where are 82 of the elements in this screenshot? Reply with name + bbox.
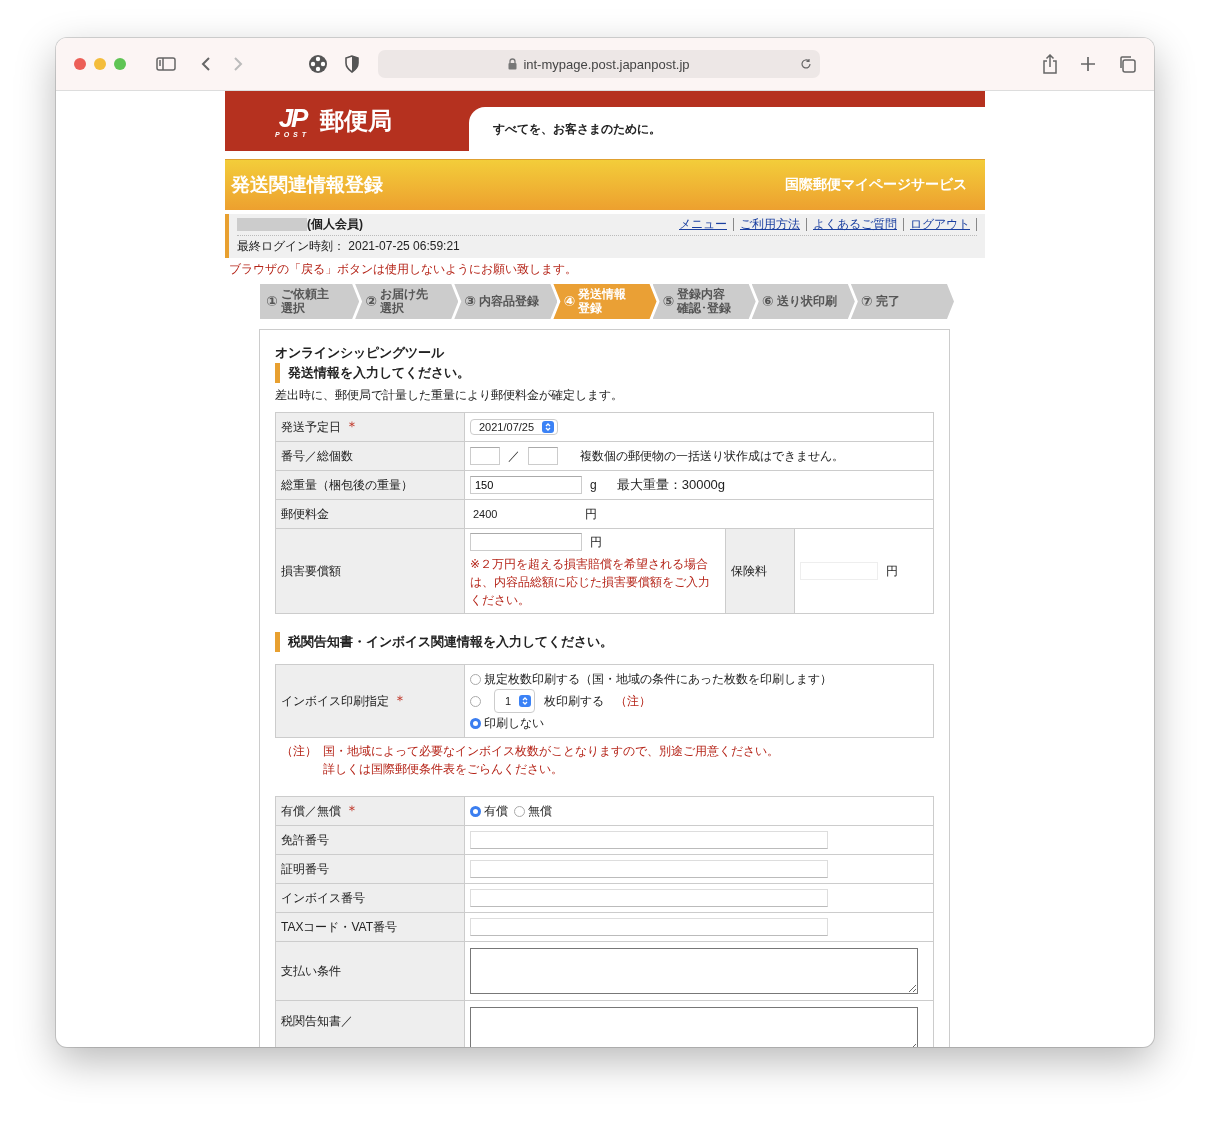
field-label: 証明番号 <box>281 861 329 876</box>
section-heading: 税関告知書・インボイス関連情報を入力してください。 <box>275 632 934 652</box>
progress-step: ③ 内容品登録 <box>454 284 558 319</box>
page-title: 発送関連情報登録 <box>231 173 383 197</box>
input-field[interactable] <box>528 447 558 465</box>
unit-text: 円 <box>590 533 602 551</box>
plus-icon[interactable] <box>1080 56 1096 72</box>
required-mark: ＊ <box>345 802 359 818</box>
postage-value: 2400 <box>472 508 499 520</box>
field-label: 免許番号 <box>281 832 329 847</box>
count-select[interactable]: 1 <box>494 689 536 713</box>
separator-text: ／ <box>508 447 520 465</box>
field-label: 税関告知書／ <box>281 1014 353 1028</box>
field-label: インボイス印刷指定 <box>281 694 389 708</box>
minimize-button[interactable] <box>94 58 106 70</box>
last-login-label: 最終ログイン時刻： <box>237 239 345 253</box>
option-label: 無償 <box>528 803 552 820</box>
text-area[interactable] <box>470 1007 918 1047</box>
reload-icon[interactable] <box>800 58 812 70</box>
field-label: 損害要償額 <box>281 563 341 578</box>
field-label: 郵便料金 <box>281 506 329 521</box>
required-mark: ＊ <box>345 418 359 434</box>
field-label: インボイス番号 <box>281 890 365 905</box>
weight-input[interactable]: 150 <box>470 476 582 494</box>
required-mark: ＊ <box>393 692 407 708</box>
note-text: 国・地域によって必要なインボイス枚数がことなりますので、別途ご用意ください。 詳しくは国際郵便条件表をごらんください。 <box>323 743 779 778</box>
maximize-button[interactable] <box>114 58 126 70</box>
address-bar[interactable]: int-mypage.post.japanpost.jp <box>378 50 820 78</box>
app-title: オンラインシッピングツール <box>275 344 445 362</box>
progress-step: ⑦ 完了 <box>850 284 954 319</box>
extension-icon[interactable] <box>308 54 328 74</box>
field-note: 最大重量：30000g <box>616 476 726 494</box>
option-label: 印刷しない <box>484 715 544 732</box>
field-label: TAXコード・VAT番号 <box>281 919 397 934</box>
progress-step: ⑥ 送り状印刷 <box>751 284 855 319</box>
close-button[interactable] <box>74 58 86 70</box>
member-type: (個人会員) <box>307 217 363 231</box>
site-name: 郵便局 <box>320 106 393 136</box>
unit-text: 円 <box>585 505 597 523</box>
radio-button[interactable] <box>514 805 525 817</box>
warning-text: ブラウザの「戻る」ボタンは使用しないようにお願い致します。 <box>229 261 578 278</box>
field-label: 総重量（梱包後の重量） <box>281 477 413 492</box>
option-label: 規定枚数印刷する（国・地域の条件にあった枚数を印刷します） <box>484 671 832 688</box>
option-label: 枚印刷する <box>544 693 605 710</box>
unit-text: g <box>590 478 597 492</box>
section-heading: 発送情報を入力してください。 <box>275 363 934 383</box>
option-label: 有償 <box>484 803 508 820</box>
note-mark: （注） <box>281 743 317 760</box>
info-text: 差出時に、郵便局で計量した重量により郵便料金が確定します。 <box>275 387 624 404</box>
field-note: 複数個の郵便物の一括送り状作成はできません。 <box>580 447 844 465</box>
warning-text: ※２万円を超える損害賠償を希望される場合は、内容品総額に応じた損害要償額をご入力ください。 <box>470 556 711 609</box>
last-login-time: 2021-07-25 06:59:21 <box>348 239 460 253</box>
radio-button[interactable] <box>470 805 481 817</box>
field-label: 保険料 <box>731 563 767 578</box>
nav-link[interactable]: メニュー <box>673 218 734 231</box>
input-field[interactable] <box>470 447 500 465</box>
service-name: 国際郵便マイページサービス <box>785 176 967 194</box>
date-select[interactable]: 2021/07/25 <box>470 419 559 435</box>
field-label: 番号／総個数 <box>281 448 353 463</box>
nav-link[interactable]: ログアウト <box>904 218 977 231</box>
input-field[interactable] <box>470 533 582 551</box>
radio-button[interactable] <box>470 717 481 729</box>
stepper-icon <box>519 695 532 707</box>
sidebar-icon[interactable] <box>156 56 176 72</box>
nav-link[interactable]: ご利用方法 <box>734 218 807 231</box>
text-area[interactable] <box>470 948 918 994</box>
unit-text: 円 <box>886 562 898 580</box>
nav-link[interactable]: よくあるご質問 <box>807 218 904 231</box>
shield-icon[interactable] <box>344 55 360 73</box>
forward-icon[interactable] <box>232 56 244 72</box>
stepper-icon <box>542 421 555 433</box>
share-icon[interactable] <box>1042 54 1058 74</box>
back-icon[interactable] <box>200 56 212 72</box>
field-label: 有償／無償 <box>281 804 341 818</box>
tagline: すべてを、お客さまのために。 <box>493 120 661 138</box>
radio-button[interactable] <box>470 673 481 685</box>
field-label: 支払い条件 <box>281 963 341 978</box>
redacted-name-block <box>237 218 307 232</box>
lock-icon <box>508 58 518 70</box>
field-label: 発送予定日 <box>281 420 341 434</box>
radio-button[interactable] <box>470 695 481 707</box>
tabs-icon[interactable] <box>1118 55 1136 73</box>
